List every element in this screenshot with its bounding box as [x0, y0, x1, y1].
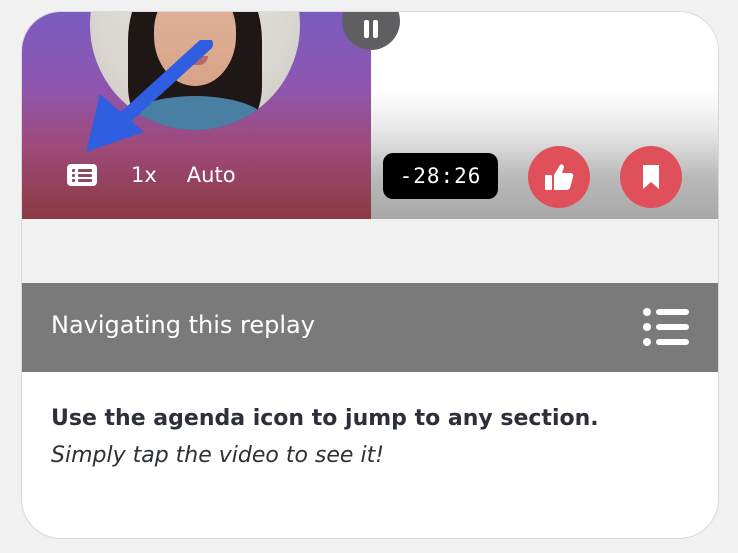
bookmark-icon [643, 165, 659, 189]
instruction-secondary: Simply tap the video to see it! [51, 443, 385, 468]
pointer-arrow-icon [86, 40, 213, 152]
player-controls: 1x Auto [67, 160, 236, 190]
spacer [22, 219, 718, 283]
instruction-primary: Use the agenda icon to jump to any secti… [51, 406, 599, 431]
playback-speed-button[interactable]: 1x [131, 163, 157, 187]
tip-title: Navigating this replay [51, 311, 315, 339]
list-icon[interactable] [642, 307, 690, 347]
quality-button[interactable]: Auto [187, 163, 236, 187]
agenda-icon[interactable] [67, 164, 97, 186]
tip-instructions: Use the agenda icon to jump to any secti… [51, 406, 701, 468]
time-remaining: -28:26 [383, 153, 498, 199]
tip-card: 1x Auto -28:26 Navigating this replay Us… [21, 11, 719, 539]
bookmark-button[interactable] [620, 146, 682, 208]
video-frame-presenter[interactable]: 1x Auto [22, 12, 371, 219]
like-button[interactable] [528, 146, 590, 208]
tip-header: Navigating this replay [22, 283, 718, 372]
video-player[interactable]: 1x Auto -28:26 [22, 12, 718, 219]
thumbs-up-icon [545, 164, 574, 190]
